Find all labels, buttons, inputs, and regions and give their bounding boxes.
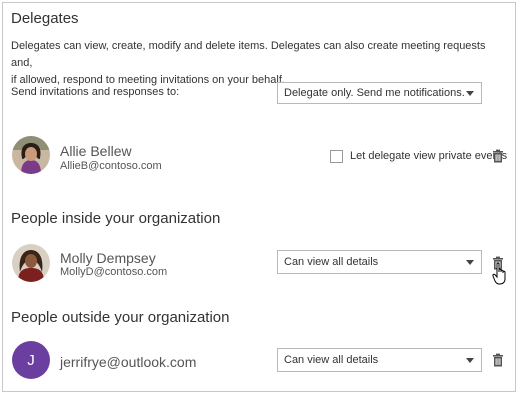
hand-cursor-icon — [492, 262, 506, 285]
private-events-label: Let delegate view private events — [350, 150, 508, 162]
avatar-molly-dempsey — [12, 244, 50, 282]
chevron-down-icon — [466, 358, 474, 363]
inside-permission-select[interactable]: Can view all details — [277, 250, 482, 274]
send-invitations-select[interactable]: Delegate only. Send me notifications. — [277, 82, 482, 104]
chevron-down-icon — [466, 91, 474, 96]
outside-permission-select[interactable]: Can view all details — [277, 348, 482, 372]
outside-person-email: jerrifrye@outlook.com — [60, 354, 197, 370]
avatar-initial: J — [27, 351, 35, 369]
delegates-heading: Delegates — [11, 10, 79, 27]
trash-icon[interactable] — [491, 353, 505, 367]
outside-org-heading: People outside your organization — [11, 309, 230, 326]
delegates-description-line-1: Delegates can view, create, modify and d… — [11, 40, 486, 69]
inside-person-name: Molly Dempsey — [60, 250, 156, 266]
send-invitations-select-value: Delegate only. Send me notifications. — [284, 87, 465, 99]
avatar-jerri-frye: J — [12, 341, 50, 379]
delegate-email: AllieB@contoso.com — [60, 160, 162, 172]
delegate-name: Allie Bellew — [60, 143, 132, 159]
inside-person-email: MollyD@contoso.com — [60, 266, 168, 278]
inside-permission-value: Can view all details — [284, 256, 379, 268]
avatar-allie-bellew — [12, 136, 50, 174]
outside-permission-value: Can view all details — [284, 354, 379, 366]
private-events-checkbox[interactable] — [330, 150, 343, 163]
trash-icon[interactable] — [491, 149, 505, 163]
send-invitations-label: Send invitations and responses to: — [11, 86, 180, 98]
chevron-down-icon — [466, 260, 474, 265]
inside-org-heading: People inside your organization — [11, 210, 221, 227]
